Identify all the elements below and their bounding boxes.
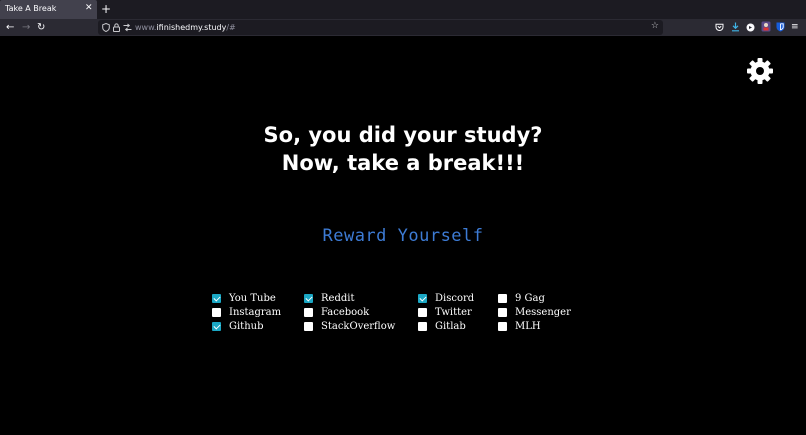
extension-icon[interactable] [746, 23, 755, 32]
checkbox[interactable] [498, 308, 507, 317]
bitwarden-icon[interactable] [776, 22, 785, 32]
checkbox[interactable] [418, 322, 427, 331]
back-button[interactable]: ← [6, 22, 14, 33]
url-text[interactable]: www.ifinishedmy.study/# [135, 23, 236, 32]
url-suffix: /# [226, 23, 236, 32]
site-label: Gitlab [435, 321, 466, 332]
site-label: 9 Gag [515, 293, 545, 304]
site-label: Reddit [321, 293, 355, 304]
site-label: Instagram [229, 307, 282, 318]
checkbox[interactable] [304, 294, 313, 303]
site-label: Twitter [435, 307, 472, 318]
checkbox[interactable] [498, 294, 507, 303]
reload-button[interactable]: ↻ [37, 22, 45, 33]
page-heading: So, you did your study? Now, take a brea… [0, 121, 806, 177]
settings-gear-icon[interactable] [746, 57, 774, 85]
heading-line-1: So, you did your study? [263, 123, 543, 147]
download-icon[interactable] [731, 22, 740, 32]
site-label: StackOverflow [321, 321, 396, 332]
url-bar[interactable]: www.ifinishedmy.study/# ☆ [98, 20, 663, 35]
close-tab-icon[interactable]: ✕ [85, 3, 93, 13]
pocket-icon[interactable] [715, 23, 724, 32]
profile-extension-icon[interactable] [761, 21, 771, 32]
site-label: MLH [515, 321, 541, 332]
new-tab-button[interactable]: + [101, 2, 111, 16]
reward-yourself-link[interactable]: Reward Yourself [0, 226, 806, 246]
site-label: Facebook [321, 307, 370, 318]
url-domain: ifinishedmy.study [156, 23, 227, 32]
shield-icon[interactable] [102, 23, 110, 32]
reward-yourself-label[interactable]: Reward Yourself [322, 226, 483, 246]
tab-title: Take A Break [5, 4, 57, 13]
lock-icon[interactable] [113, 23, 120, 32]
site-label: You Tube [229, 293, 276, 304]
menu-icon[interactable]: ≡ [791, 22, 799, 33]
checkbox[interactable] [498, 322, 507, 331]
browser-tab[interactable]: Take A Break ✕ [0, 0, 97, 19]
checkbox[interactable] [418, 294, 427, 303]
checkbox[interactable] [304, 308, 313, 317]
nav-bar: ← → ↻ www.ifinishedmy.study/# ☆ ≡ [0, 19, 806, 36]
checkbox[interactable] [212, 294, 221, 303]
bookmark-star-icon[interactable]: ☆ [651, 21, 659, 31]
forward-button[interactable]: → [22, 22, 30, 33]
tab-bar: Take A Break ✕ + [0, 0, 806, 19]
checkbox[interactable] [212, 322, 221, 331]
checkbox[interactable] [418, 308, 427, 317]
heading-line-2: Now, take a break!!! [281, 151, 525, 175]
url-prefix: www. [135, 23, 157, 32]
site-label: Messenger [515, 307, 571, 318]
checkbox[interactable] [304, 322, 313, 331]
site-label: Discord [435, 293, 475, 304]
checkbox[interactable] [212, 308, 221, 317]
permissions-icon[interactable] [123, 23, 132, 32]
site-label: Github [229, 321, 264, 332]
